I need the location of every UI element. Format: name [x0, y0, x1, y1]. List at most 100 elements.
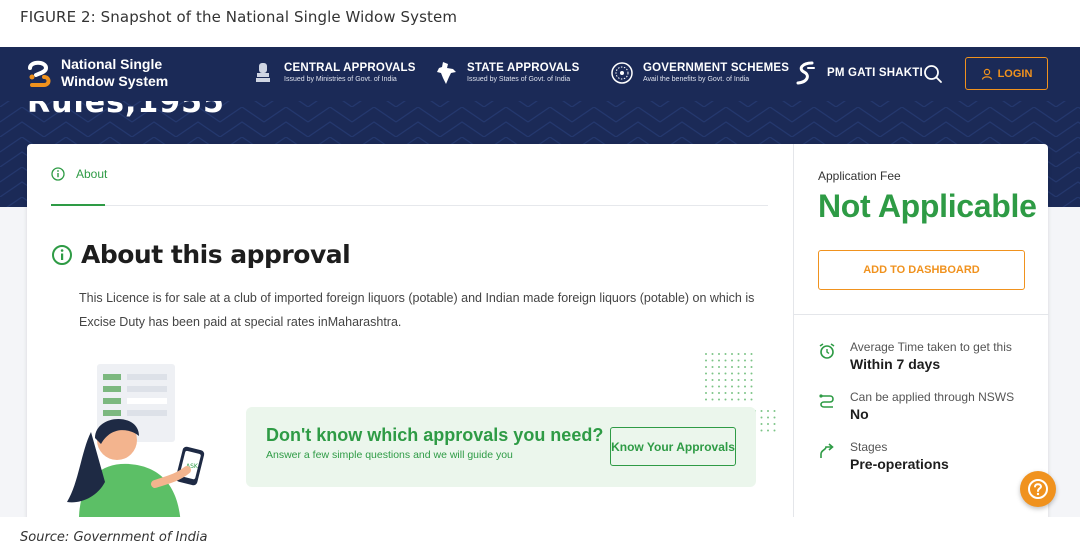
decorative-dot [750, 372, 753, 375]
decorative-dot [744, 392, 746, 394]
nav-central-approvals[interactable]: CENTRAL APPROVALS Issued by Ministries o… [250, 60, 416, 86]
logo-line-1: National Single [61, 56, 163, 72]
know-your-approvals-banner: Don't know which approvals you need? Ans… [246, 407, 756, 487]
helper-illustration: ASK [59, 362, 219, 517]
decorative-dot [773, 410, 776, 412]
decorative-dot [731, 392, 733, 394]
chakra-icon [609, 60, 635, 86]
detail-label: Stages [850, 440, 888, 454]
decorative-dot [737, 353, 740, 355]
know-your-approvals-button[interactable]: Know Your Approvals [610, 427, 736, 466]
decorative-dot [731, 366, 733, 368]
search-icon[interactable] [923, 64, 943, 84]
decorative-dot [724, 372, 727, 375]
approval-card: About About this approval This Licence i… [27, 144, 1049, 517]
decorative-dot [737, 392, 740, 394]
decorative-dot [750, 392, 753, 394]
decorative-dot [767, 429, 769, 432]
figure-source: Source: Government of India [20, 530, 208, 545]
decorative-dot [724, 385, 727, 388]
decorative-dot [705, 379, 707, 381]
detail-stages: Stages Pre-operations [818, 440, 949, 473]
decorative-dot [744, 366, 746, 368]
detail-value: Pre-operations [850, 456, 949, 472]
decorative-dot [750, 366, 753, 368]
decorative-dot [724, 366, 727, 368]
decorative-dot [773, 423, 776, 425]
decorative-dot [711, 372, 714, 375]
emblem-icon [250, 60, 276, 86]
help-icon[interactable] [1020, 471, 1056, 507]
decorative-dot [737, 366, 740, 368]
tab-about[interactable]: About [51, 167, 107, 181]
stages-arrow-icon [820, 443, 834, 458]
decorative-dot [744, 385, 746, 388]
decorative-dot [705, 359, 707, 362]
info-icon [52, 244, 72, 265]
decorative-dot [731, 372, 733, 375]
nav-state-approvals[interactable]: STATE APPROVALS Issued by States of Govt… [433, 60, 579, 86]
decorative-dot [744, 398, 746, 401]
decorative-dot [711, 353, 714, 355]
decorative-dot [724, 379, 727, 381]
nav-central-sub: Issued by Ministries of Govt. of India [284, 75, 397, 83]
nav-state-title: STATE APPROVALS [467, 61, 580, 74]
promo-title: Don't know which approvals you need? [266, 425, 604, 445]
nav-gati-title: PM GATI SHAKTI [827, 66, 923, 79]
fee-value: Not Applicable [818, 188, 1037, 224]
decorative-dot [705, 385, 707, 388]
route-icon [819, 394, 834, 408]
detail-value: Within 7 days [850, 356, 941, 372]
nav-pm-gati-shakti[interactable]: PM GATI SHAKTI [793, 60, 923, 86]
top-navigation: National Single Window System CENTRAL AP… [0, 47, 1080, 101]
decorative-dot [760, 423, 763, 425]
user-icon [981, 68, 992, 80]
decorative-dot [705, 353, 707, 355]
decorative-dot [744, 372, 746, 375]
decorative-dot [750, 398, 753, 401]
decorative-dot [711, 392, 714, 394]
detail-average-time: Average Time taken to get this Within 7 … [818, 340, 1012, 373]
section-heading: About this approval [51, 240, 351, 269]
decorative-dot [711, 359, 714, 362]
promo-subtitle: Answer a few simple questions and we wil… [266, 449, 513, 461]
detail-label: Average Time taken to get this [850, 340, 1012, 354]
decorative-dot [731, 398, 733, 401]
decorative-dot [724, 398, 727, 401]
nsws-logo-icon [26, 57, 54, 89]
nsws-logo[interactable]: National Single Window System [26, 56, 168, 90]
decorative-dot [718, 379, 720, 381]
decorative-dot [737, 359, 740, 362]
decorative-dots [754, 410, 776, 432]
tab-about-label: About [76, 167, 108, 181]
approval-main-panel: About About this approval This Licence i… [27, 144, 793, 517]
nav-central-title: CENTRAL APPROVALS [284, 61, 416, 74]
decorative-dot [731, 359, 733, 362]
add-to-dashboard-button[interactable]: ADD TO DASHBOARD [818, 250, 1025, 290]
decorative-dot [750, 353, 753, 355]
detail-value: No [850, 406, 869, 422]
india-map-icon [433, 60, 459, 86]
nav-state-sub: Issued by States of Govt. of India [467, 75, 571, 83]
nav-government-schemes[interactable]: GOVERNMENT SCHEMES Avail the benefits by… [609, 60, 789, 86]
login-button[interactable]: LOGIN [965, 57, 1048, 90]
detail-label: Can be applied through NSWS [850, 390, 1015, 404]
decorative-dot [718, 392, 720, 394]
detail-nsws: Can be applied through NSWS No [818, 390, 1014, 423]
decorative-dot [724, 359, 727, 362]
section-title: About this approval [81, 240, 351, 269]
decorative-dot [767, 423, 769, 425]
gati-shakti-icon [793, 60, 819, 86]
decorative-dot [711, 366, 714, 368]
decorative-dot [711, 398, 714, 401]
side-divider [794, 314, 1049, 315]
approval-side-panel: Application Fee Not Applicable ADD TO DA… [793, 144, 1049, 517]
login-label: LOGIN [997, 67, 1033, 80]
decorative-dot [760, 416, 763, 419]
decorative-dot [718, 366, 720, 368]
decorative-dot [773, 429, 776, 432]
decorative-dot [750, 385, 753, 388]
figure-caption: FIGURE 2: Snapshot of the National Singl… [20, 8, 458, 26]
decorative-dot [731, 353, 733, 355]
decorative-dot [705, 366, 707, 368]
